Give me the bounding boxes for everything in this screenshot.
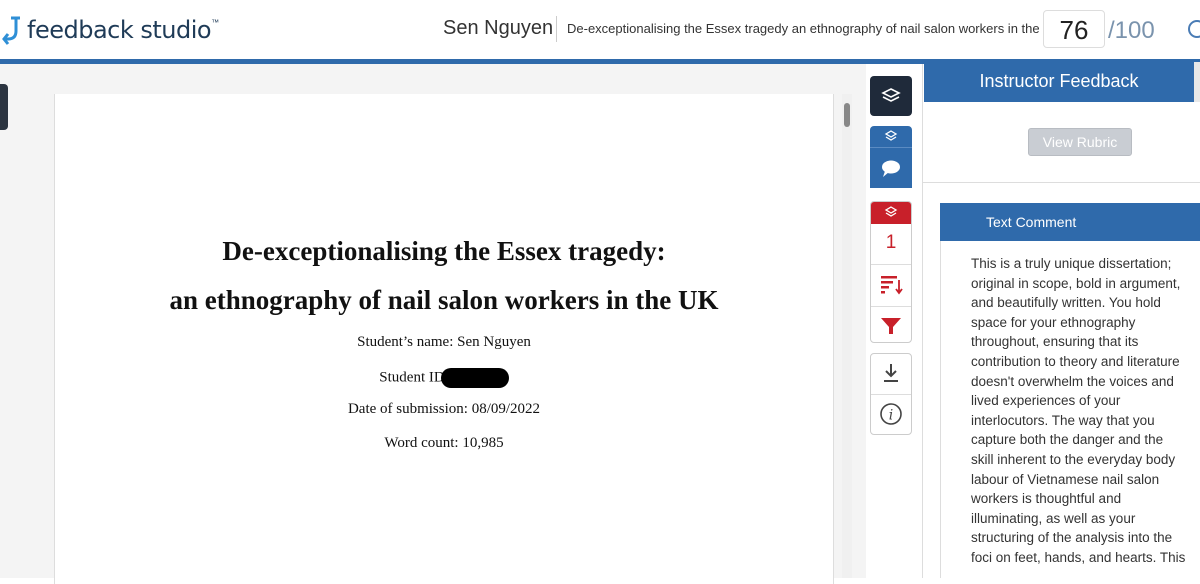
layers-button[interactable] — [870, 76, 912, 116]
panel-scrollbar[interactable] — [1194, 62, 1200, 102]
similarity-layer-group[interactable]: 1 — [870, 201, 912, 343]
panel-divider — [922, 182, 1200, 183]
download-icon[interactable] — [871, 354, 911, 394]
document-scrollbar-thumb[interactable] — [844, 103, 850, 127]
document-student-id: Student ID — [54, 368, 834, 388]
document-title-line-1: De-exceptionalising the Essex tragedy: — [222, 236, 666, 266]
clock-icon[interactable] — [1188, 20, 1200, 38]
document-date: Date of submission: 08/09/2022 — [347, 401, 541, 417]
logo-mark-icon — [2, 16, 20, 45]
feedback-studio-logo[interactable]: feedback studio ™ — [2, 14, 219, 46]
panel-title: Instructor Feedback — [924, 62, 1194, 102]
logo-trademark: ™ — [211, 17, 220, 27]
comments-layer-group[interactable] — [870, 126, 912, 188]
document-scrollbar[interactable] — [842, 94, 852, 578]
document-title-line-2: an ethnography of nail salon workers in … — [169, 285, 719, 315]
layers-small-icon — [884, 130, 898, 141]
filter-icon[interactable] — [871, 309, 911, 341]
layers-small-icon — [884, 206, 898, 217]
score-total: /100 — [1108, 17, 1155, 44]
text-comment-header[interactable]: Text Comment — [940, 203, 1200, 241]
score-input[interactable]: 76 — [1043, 10, 1105, 48]
paper-title: De-exceptionalising the Essex tragedy an… — [567, 21, 1043, 36]
text-comment-content[interactable]: This is a truly unique dissertation; ori… — [971, 254, 1189, 570]
sort-icon[interactable] — [871, 268, 911, 300]
similarity-layer-header[interactable] — [871, 202, 911, 224]
student-name: Sen Nguyen — [443, 17, 554, 39]
comment-bubble-icon — [882, 160, 900, 177]
redaction-mark — [440, 368, 509, 388]
view-rubric-button[interactable]: View Rubric — [1028, 128, 1132, 156]
logo-text: feedback studio — [27, 16, 212, 44]
info-icon[interactable]: i — [871, 395, 911, 435]
layers-icon — [881, 88, 901, 102]
utility-tool-group: i — [870, 353, 912, 435]
header-divider — [556, 16, 557, 42]
student-id-label: Student ID — [379, 369, 445, 386]
left-panel-toggle[interactable] — [0, 84, 8, 130]
app-header: feedback studio ™ Sen Nguyen De-exceptio… — [0, 0, 1200, 60]
document-word-count: Word count: 10,985 — [384, 435, 504, 451]
document-student-name: Student’s name: Sen Nguyen — [357, 334, 531, 350]
group-divider — [871, 306, 911, 307]
similarity-flag-count[interactable]: 1 — [871, 232, 911, 254]
svg-text:i: i — [889, 408, 893, 424]
group-divider — [871, 264, 911, 265]
